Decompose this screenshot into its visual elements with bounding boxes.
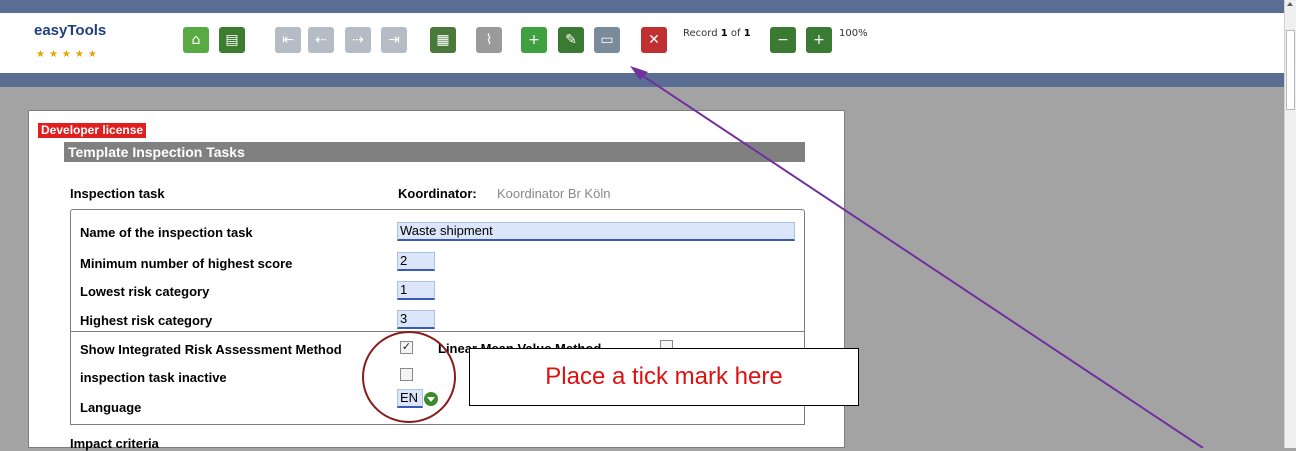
zoom-level: 100% (839, 28, 868, 39)
attachment-icon[interactable]: ⌇ (476, 27, 502, 53)
record-of: of (727, 28, 744, 39)
last-record-icon[interactable]: ⇥ (381, 27, 407, 53)
record-total: 1 (743, 28, 751, 39)
koordinator-label: Koordinator: (398, 186, 477, 201)
section-header: Template Inspection Tasks (64, 142, 805, 162)
show-integrated-label: Show Integrated Risk Assessment Method (80, 342, 342, 357)
next-record-icon[interactable]: ⇢ (345, 27, 371, 53)
inactive-label: inspection task inactive (80, 370, 227, 385)
pdf-icon[interactable]: ▦ (430, 27, 456, 53)
header-band (0, 73, 1284, 87)
home-icon[interactable]: ⌂ (183, 27, 209, 53)
top-bar (0, 0, 1284, 13)
inactive-checkbox[interactable] (400, 368, 413, 381)
language-label: Language (80, 400, 142, 415)
developer-license-badge: Developer license (38, 123, 147, 138)
annotation-callout: Place a tick mark here (469, 348, 859, 406)
inspection-task-label: Inspection task (70, 186, 165, 201)
zoom-out-icon[interactable]: − (770, 27, 796, 53)
record-indicator: Record 1 of 1 (683, 28, 751, 39)
rating-stars: ★★★★★ (36, 49, 101, 60)
record-current: 1 (720, 28, 728, 39)
list-icon[interactable]: ▤ (219, 27, 245, 53)
edit-record-icon[interactable]: ✎ (558, 27, 584, 53)
show-integrated-checkbox[interactable]: ✓ (400, 341, 413, 354)
min-score-input[interactable]: 2 (397, 252, 435, 271)
impact-criteria-label: Impact criteria (70, 436, 159, 451)
new-record-icon[interactable]: + (521, 27, 547, 53)
koordinator-value: Koordinator Br Köln (497, 186, 611, 201)
lowest-risk-label: Lowest risk category (80, 284, 210, 299)
app-logo: easyTools (34, 22, 107, 39)
record-prefix: Record (683, 28, 721, 39)
chevron-down-icon[interactable] (424, 392, 438, 406)
zoom-in-icon[interactable]: + (806, 27, 832, 53)
previous-record-icon[interactable]: ⇠ (308, 27, 334, 53)
task-name-label: Name of the inspection task (80, 225, 253, 240)
highest-risk-label: Highest risk category (80, 313, 213, 328)
save-icon[interactable]: ▭ (594, 27, 620, 53)
scroll-thumb[interactable] (1286, 30, 1295, 110)
scroll-up-icon[interactable] (1287, 2, 1293, 6)
lowest-risk-input[interactable]: 1 (397, 281, 435, 300)
task-name-input[interactable]: Waste shipment (397, 222, 795, 241)
highest-risk-input[interactable]: 3 (397, 310, 435, 329)
delete-icon[interactable]: ✕ (641, 27, 667, 53)
vertical-scrollbar[interactable] (1284, 0, 1296, 448)
language-select[interactable]: EN (397, 389, 423, 408)
first-record-icon[interactable]: ⇤ (275, 27, 301, 53)
min-score-label: Minimum number of highest score (80, 256, 293, 271)
